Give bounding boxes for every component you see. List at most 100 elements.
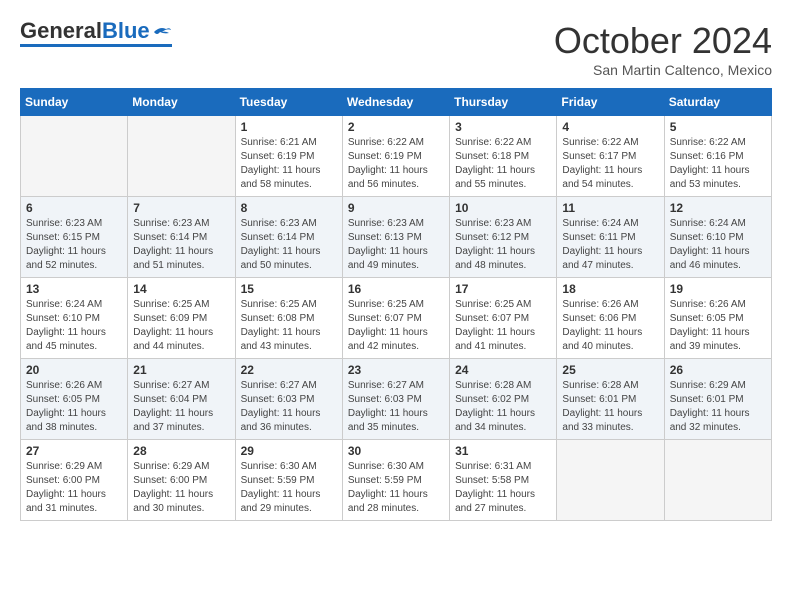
calendar-header-row: SundayMondayTuesdayWednesdayThursdayFrid… bbox=[21, 89, 772, 116]
logo-underline bbox=[20, 44, 172, 47]
calendar-cell: 21Sunrise: 6:27 AM Sunset: 6:04 PM Dayli… bbox=[128, 359, 235, 440]
calendar-cell: 18 Sunrise: 6:26 AM Sunset: 6:06 PM Dayli… bbox=[557, 278, 664, 359]
day-number: 10 bbox=[455, 201, 551, 215]
day-info: Sunrise: 6:23 AM Sunset: 6:15 PM Dayligh… bbox=[26, 217, 122, 273]
day-info: Sunrise: 6:26 AM Sunset: 6:06 PM Dayligh… bbox=[562, 298, 658, 354]
day-number: 22 bbox=[241, 363, 337, 377]
day-info: Sunrise: 6:24 AM Sunset: 6:10 PM Dayligh… bbox=[26, 298, 122, 354]
day-info: Sunrise: 6:25 AM Sunset: 6:07 PM Dayligh… bbox=[348, 298, 444, 354]
logo-blue: Blue bbox=[102, 18, 150, 43]
day-number: 18 bbox=[562, 282, 658, 296]
day-info: Sunrise: 6:31 AM Sunset: 5:58 PM Dayligh… bbox=[455, 460, 551, 516]
calendar-cell: 25 Sunrise: 6:28 AM Sunset: 6:01 PM Dayli… bbox=[557, 359, 664, 440]
day-info: Sunrise: 6:22 AM Sunset: 6:18 PM Dayligh… bbox=[455, 136, 551, 192]
column-header-monday: Monday bbox=[128, 89, 235, 116]
day-info: Sunrise: 6:29 AM Sunset: 6:00 PM Dayligh… bbox=[133, 460, 229, 516]
calendar-week-row: 1 Sunrise: 6:21 AM Sunset: 6:19 PM Daylig… bbox=[21, 116, 772, 197]
day-info: Sunrise: 6:27 AM Sunset: 6:03 PM Dayligh… bbox=[348, 379, 444, 435]
logo-text: GeneralBlue bbox=[20, 20, 150, 42]
day-number: 2 bbox=[348, 120, 444, 134]
calendar-week-row: 20Sunrise: 6:26 AM Sunset: 6:05 PM Dayli… bbox=[21, 359, 772, 440]
day-number: 17 bbox=[455, 282, 551, 296]
day-info: Sunrise: 6:28 AM Sunset: 6:01 PM Dayligh… bbox=[562, 379, 658, 435]
day-number: 24 bbox=[455, 363, 551, 377]
day-number: 3 bbox=[455, 120, 551, 134]
column-header-tuesday: Tuesday bbox=[235, 89, 342, 116]
logo-bird-icon bbox=[152, 24, 172, 38]
calendar-cell: 22Sunrise: 6:27 AM Sunset: 6:03 PM Dayli… bbox=[235, 359, 342, 440]
day-info: Sunrise: 6:30 AM Sunset: 5:59 PM Dayligh… bbox=[241, 460, 337, 516]
day-number: 6 bbox=[26, 201, 122, 215]
location-title: San Martin Caltenco, Mexico bbox=[554, 62, 772, 78]
day-number: 7 bbox=[133, 201, 229, 215]
calendar-cell: 4 Sunrise: 6:22 AM Sunset: 6:17 PM Daylig… bbox=[557, 116, 664, 197]
column-header-thursday: Thursday bbox=[450, 89, 557, 116]
calendar-cell: 1 Sunrise: 6:21 AM Sunset: 6:19 PM Daylig… bbox=[235, 116, 342, 197]
calendar-cell: 15 Sunrise: 6:25 AM Sunset: 6:08 PM Dayli… bbox=[235, 278, 342, 359]
day-info: Sunrise: 6:25 AM Sunset: 6:07 PM Dayligh… bbox=[455, 298, 551, 354]
day-number: 11 bbox=[562, 201, 658, 215]
day-number: 12 bbox=[670, 201, 766, 215]
day-number: 5 bbox=[670, 120, 766, 134]
day-info: Sunrise: 6:29 AM Sunset: 6:00 PM Dayligh… bbox=[26, 460, 122, 516]
day-info: Sunrise: 6:25 AM Sunset: 6:08 PM Dayligh… bbox=[241, 298, 337, 354]
logo: GeneralBlue bbox=[20, 20, 172, 47]
calendar-cell: 31 Sunrise: 6:31 AM Sunset: 5:58 PM Dayli… bbox=[450, 440, 557, 521]
day-number: 20 bbox=[26, 363, 122, 377]
calendar-cell bbox=[557, 440, 664, 521]
calendar-table: SundayMondayTuesdayWednesdayThursdayFrid… bbox=[20, 88, 772, 521]
calendar-cell: 2Sunrise: 6:22 AM Sunset: 6:19 PM Daylig… bbox=[342, 116, 449, 197]
day-number: 8 bbox=[241, 201, 337, 215]
day-number: 31 bbox=[455, 444, 551, 458]
day-number: 15 bbox=[241, 282, 337, 296]
day-number: 30 bbox=[348, 444, 444, 458]
day-number: 9 bbox=[348, 201, 444, 215]
month-title: October 2024 bbox=[554, 20, 772, 62]
column-header-friday: Friday bbox=[557, 89, 664, 116]
day-number: 23 bbox=[348, 363, 444, 377]
calendar-cell: 12 Sunrise: 6:24 AM Sunset: 6:10 PM Dayli… bbox=[664, 197, 771, 278]
day-info: Sunrise: 6:22 AM Sunset: 6:16 PM Dayligh… bbox=[670, 136, 766, 192]
page-header: GeneralBlue October 2024 San Martin Calt… bbox=[20, 20, 772, 78]
day-number: 13 bbox=[26, 282, 122, 296]
calendar-cell: 24 Sunrise: 6:28 AM Sunset: 6:02 PM Dayli… bbox=[450, 359, 557, 440]
day-number: 25 bbox=[562, 363, 658, 377]
day-info: Sunrise: 6:24 AM Sunset: 6:10 PM Dayligh… bbox=[670, 217, 766, 273]
calendar-cell: 29 Sunrise: 6:30 AM Sunset: 5:59 PM Dayli… bbox=[235, 440, 342, 521]
calendar-cell: 7 Sunrise: 6:23 AM Sunset: 6:14 PM Daylig… bbox=[128, 197, 235, 278]
day-number: 29 bbox=[241, 444, 337, 458]
calendar-cell: 17 Sunrise: 6:25 AM Sunset: 6:07 PM Dayli… bbox=[450, 278, 557, 359]
day-info: Sunrise: 6:23 AM Sunset: 6:14 PM Dayligh… bbox=[133, 217, 229, 273]
calendar-cell: 16Sunrise: 6:25 AM Sunset: 6:07 PM Dayli… bbox=[342, 278, 449, 359]
day-info: Sunrise: 6:28 AM Sunset: 6:02 PM Dayligh… bbox=[455, 379, 551, 435]
column-header-wednesday: Wednesday bbox=[342, 89, 449, 116]
day-info: Sunrise: 6:27 AM Sunset: 6:04 PM Dayligh… bbox=[133, 379, 229, 435]
day-info: Sunrise: 6:26 AM Sunset: 6:05 PM Dayligh… bbox=[670, 298, 766, 354]
calendar-cell: 23 Sunrise: 6:27 AM Sunset: 6:03 PM Dayli… bbox=[342, 359, 449, 440]
day-number: 19 bbox=[670, 282, 766, 296]
calendar-week-row: 13 Sunrise: 6:24 AM Sunset: 6:10 PM Dayli… bbox=[21, 278, 772, 359]
day-number: 28 bbox=[133, 444, 229, 458]
calendar-cell: 11 Sunrise: 6:24 AM Sunset: 6:11 PM Dayli… bbox=[557, 197, 664, 278]
day-info: Sunrise: 6:22 AM Sunset: 6:17 PM Dayligh… bbox=[562, 136, 658, 192]
column-header-sunday: Sunday bbox=[21, 89, 128, 116]
logo-general: General bbox=[20, 18, 102, 43]
calendar-cell: 26Sunrise: 6:29 AM Sunset: 6:01 PM Dayli… bbox=[664, 359, 771, 440]
day-number: 26 bbox=[670, 363, 766, 377]
calendar-cell bbox=[664, 440, 771, 521]
calendar-cell: 13 Sunrise: 6:24 AM Sunset: 6:10 PM Dayli… bbox=[21, 278, 128, 359]
title-section: October 2024 San Martin Caltenco, Mexico bbox=[554, 20, 772, 78]
day-info: Sunrise: 6:25 AM Sunset: 6:09 PM Dayligh… bbox=[133, 298, 229, 354]
day-number: 4 bbox=[562, 120, 658, 134]
calendar-cell: 10 Sunrise: 6:23 AM Sunset: 6:12 PM Dayli… bbox=[450, 197, 557, 278]
day-info: Sunrise: 6:24 AM Sunset: 6:11 PM Dayligh… bbox=[562, 217, 658, 273]
day-number: 1 bbox=[241, 120, 337, 134]
calendar-cell: 6 Sunrise: 6:23 AM Sunset: 6:15 PM Daylig… bbox=[21, 197, 128, 278]
calendar-cell: 27Sunrise: 6:29 AM Sunset: 6:00 PM Dayli… bbox=[21, 440, 128, 521]
day-number: 14 bbox=[133, 282, 229, 296]
day-info: Sunrise: 6:23 AM Sunset: 6:14 PM Dayligh… bbox=[241, 217, 337, 273]
day-info: Sunrise: 6:23 AM Sunset: 6:12 PM Dayligh… bbox=[455, 217, 551, 273]
day-info: Sunrise: 6:21 AM Sunset: 6:19 PM Dayligh… bbox=[241, 136, 337, 192]
calendar-cell: 20Sunrise: 6:26 AM Sunset: 6:05 PM Dayli… bbox=[21, 359, 128, 440]
column-header-saturday: Saturday bbox=[664, 89, 771, 116]
